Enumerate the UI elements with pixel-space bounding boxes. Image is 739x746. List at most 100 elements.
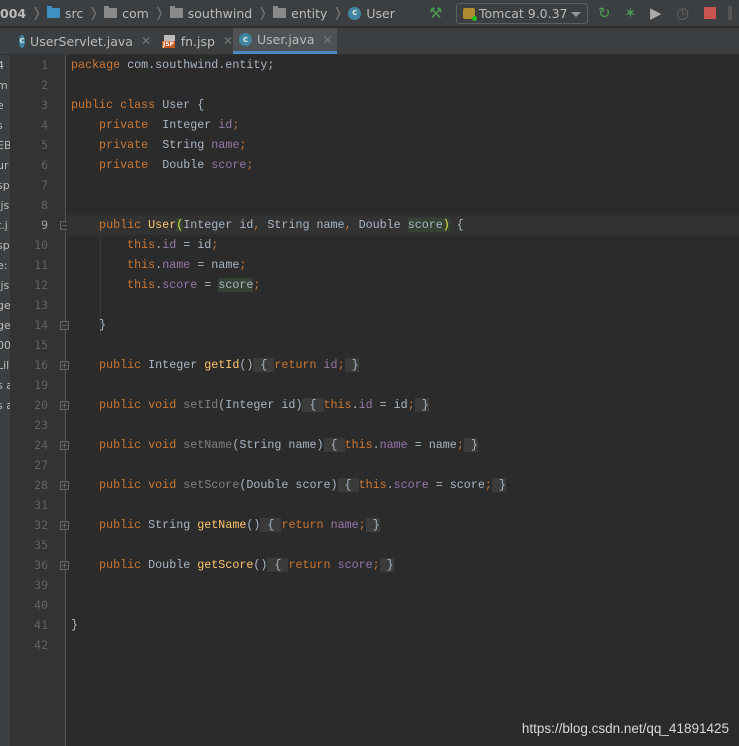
project-tree-item[interactable]: ur [0,159,9,172]
code-line[interactable]: public Integer getId() { return id; } [67,355,739,375]
code-token: , [344,218,359,232]
code-line[interactable] [67,195,739,215]
project-tree-item[interactable]: 4 [0,59,4,72]
tab-userservlet[interactable]: c UserServlet.java ✕ [13,28,151,54]
code-line[interactable]: private Double score; [67,155,739,175]
code-token: ; [407,398,415,412]
code-line[interactable] [67,635,739,655]
code-line[interactable]: private String name; [67,135,739,155]
project-tree-item[interactable]: EB [0,139,10,152]
code-token: name [211,138,240,152]
code-line[interactable] [67,335,739,355]
code-token: ; [246,158,254,172]
code-line[interactable] [67,75,739,95]
tab-fn-jsp[interactable]: JSP fn.jsp ✕ [158,28,233,54]
package-folder-icon [169,6,183,18]
code-editor[interactable]: package com.southwind.entity; public clas… [67,55,739,746]
project-tree-item[interactable]: s a [0,379,10,392]
code-line[interactable]: public class User { [67,95,739,115]
breadcrumb-item[interactable]: 004 [0,6,26,21]
breadcrumb-item[interactable]: c User [348,6,395,21]
code-line[interactable]: } [67,615,739,635]
rerun-icon[interactable]: ↻ [598,5,611,22]
code-line[interactable] [67,455,739,475]
code-line[interactable]: this.id = id; [67,235,739,255]
code-line[interactable]: public void setId(Integer id) { this.id … [67,395,739,415]
line-number: 42 [34,638,48,652]
project-tree-item[interactable]: ge [0,299,10,312]
code-token: String [148,518,198,532]
code-token: ; [358,518,366,532]
code-line[interactable]: private Integer id; [67,115,739,135]
project-tree-item[interactable]: sp [0,239,10,252]
code-token: public [71,218,149,232]
project-tree-item[interactable]: 00 [0,339,10,352]
code-token: public [71,358,149,372]
code-line[interactable] [67,595,739,615]
project-tree-item[interactable]: Lil [0,359,9,372]
code-token: public [71,558,149,572]
tab-user-java[interactable]: c User.java ✕ [233,28,337,54]
code-line[interactable] [67,535,739,555]
project-tree-item[interactable]: t.j [0,219,8,232]
code-token: Double [162,158,212,172]
project-tree-item[interactable]: s [0,119,3,132]
project-tree-item[interactable]: e: [0,259,7,272]
code-line[interactable] [67,575,739,595]
build-hammer-icon[interactable]: ⚒ [429,5,442,22]
project-tree-item[interactable]: s a [0,399,10,412]
project-tree-item[interactable]: ge [0,319,10,332]
code-token: name [330,518,359,532]
debug-icon[interactable]: ✶ [624,5,637,22]
stop-icon[interactable] [704,7,716,19]
code-line[interactable] [67,175,739,195]
breadcrumb-label: 004 [0,5,27,21]
code-token: { [253,358,275,372]
code-line[interactable] [67,375,739,395]
code-token: } [463,438,478,452]
project-panel-edge[interactable]: 4 mes EB ur sp .js t.j sp e: .js ge ge 00 Lil s a s a [0,55,10,746]
close-icon[interactable]: ✕ [223,34,233,48]
project-tree-item[interactable]: sp [0,179,10,192]
code-line[interactable]: package com.southwind.entity; [67,55,739,75]
breadcrumb-item[interactable]: src [47,6,83,21]
code-line[interactable]: this.score = score; [67,275,739,295]
code-token: ; [211,238,219,252]
coverage-icon[interactable]: ▶ [650,5,662,22]
breadcrumb-item[interactable]: com [104,6,149,21]
line-number: 9 [41,218,48,232]
code-line[interactable]: public void setScore(Double score) { thi… [67,475,739,495]
code-token: return [274,358,324,372]
breadcrumb-label: src [65,5,84,21]
breadcrumb: 004 ❭ src ❭ com ❭ southwind ❭ entity ❭ c User [0,6,395,21]
code-line[interactable]: public String getName() { return name; } [67,515,739,535]
code-line[interactable]: public User(Integer id, String name, Dou… [67,215,739,235]
code-token: getId [204,358,240,372]
run-configuration-select[interactable]: Tomcat 9.0.37 [456,3,588,24]
profile-icon[interactable]: ◷ [676,5,689,22]
code-token: ; [456,438,464,452]
breadcrumb-item[interactable]: entity [273,6,327,21]
close-icon[interactable]: ✕ [323,33,333,47]
project-tree-item[interactable]: .js [0,199,9,212]
code-token: this [344,438,373,452]
code-token: id [218,118,233,132]
code-line[interactable]: public Double getScore() { return score;… [67,555,739,575]
line-number: 6 [41,158,48,172]
code-token: this [358,478,387,492]
code-token: private [71,118,163,132]
project-tree-item[interactable]: e [0,99,4,112]
code-line[interactable]: } [67,315,739,335]
code-line[interactable]: this.name = name; [67,255,739,275]
code-line[interactable] [67,415,739,435]
breadcrumb-separator: ❭ [257,5,269,21]
close-icon[interactable]: ✕ [141,34,151,48]
project-tree-item[interactable]: .js [0,279,9,292]
project-tree-item[interactable]: m [0,79,8,92]
code-line[interactable] [67,495,739,515]
code-line[interactable]: public void setName(String name) { this.… [67,435,739,455]
code-line[interactable] [67,295,739,315]
breadcrumb-item[interactable]: southwind [169,6,252,21]
line-number: 15 [34,338,48,352]
navigation-bar: 004 ❭ src ❭ com ❭ southwind ❭ entity ❭ c User ⚒ Tom… [0,0,739,27]
